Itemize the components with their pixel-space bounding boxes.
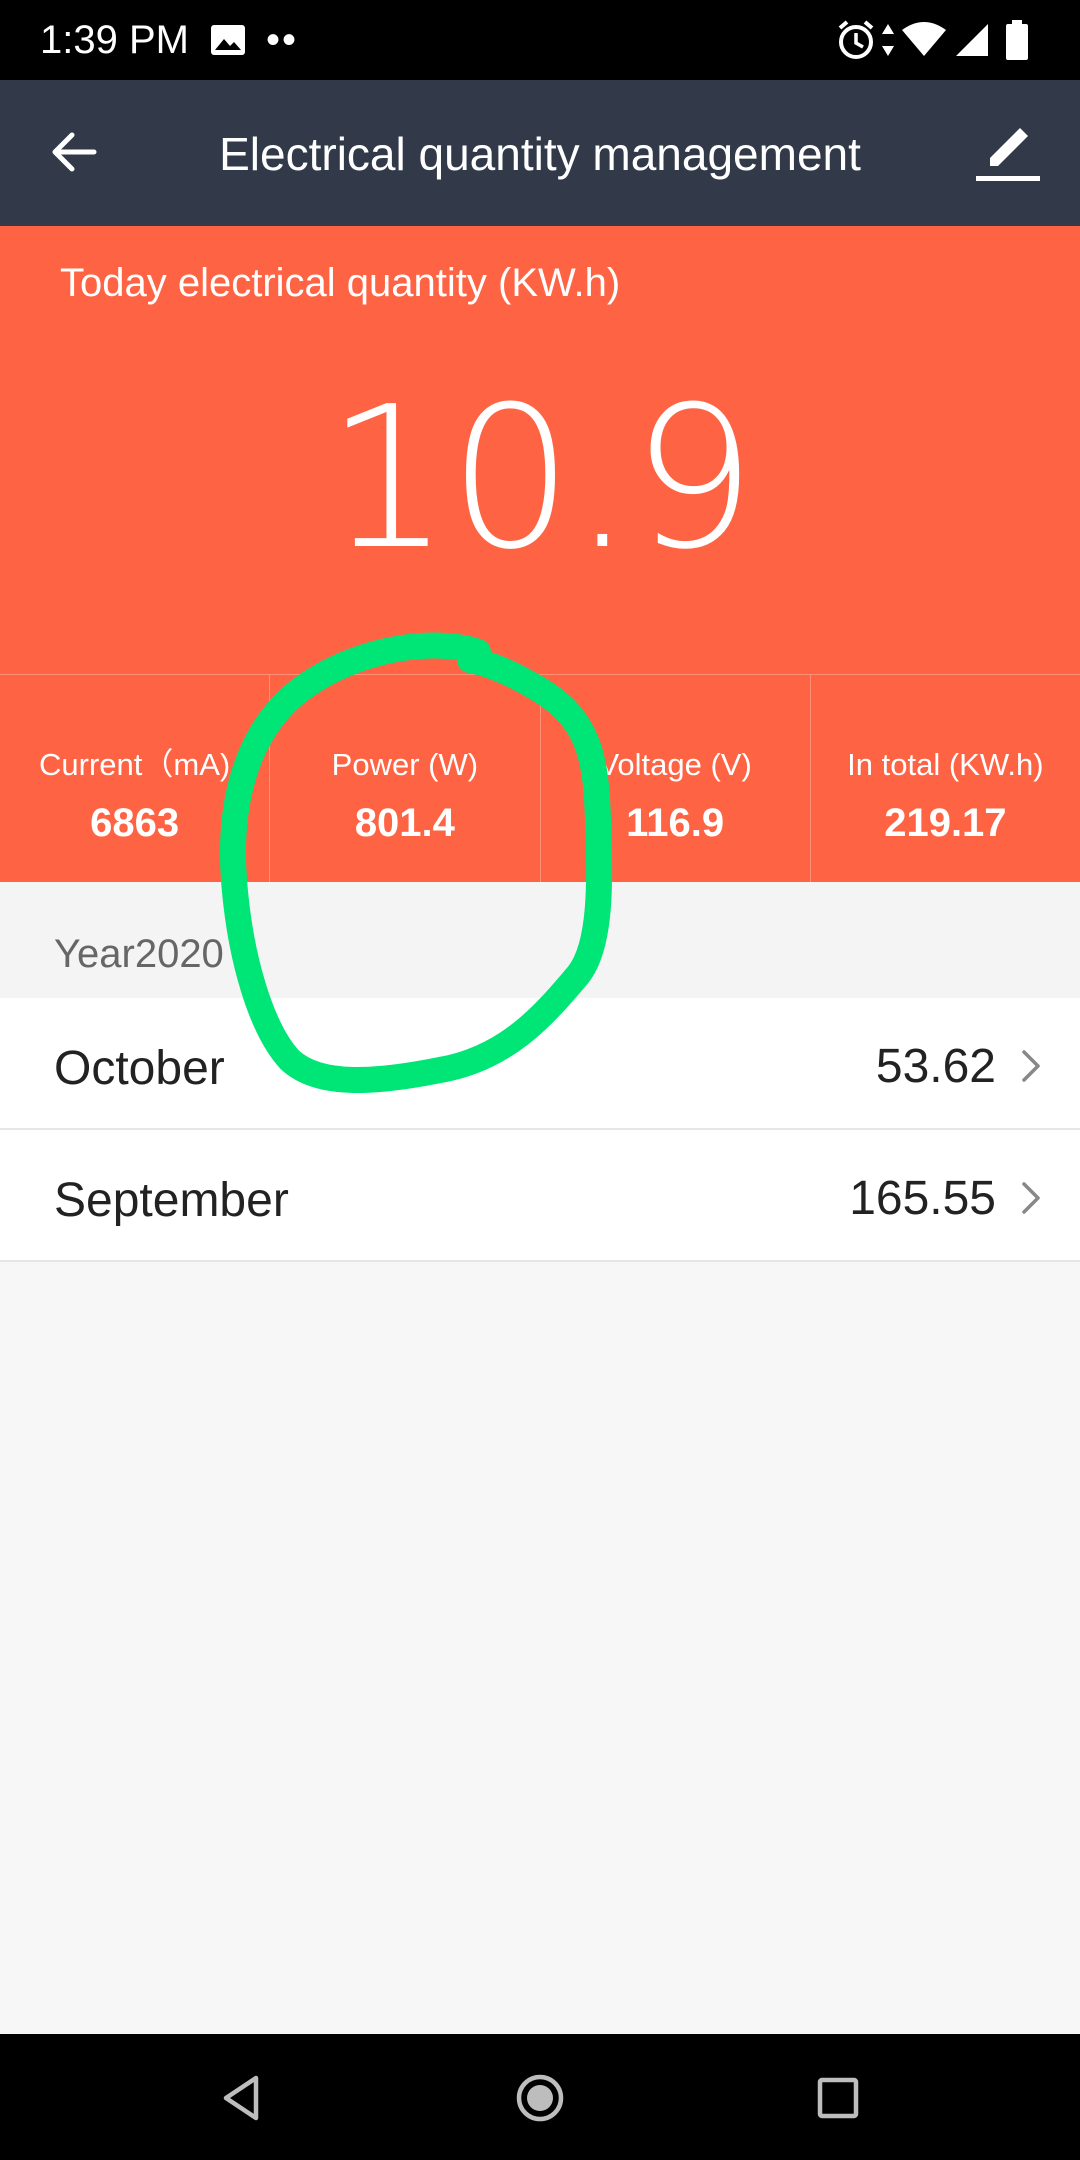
screen: 1:39 PM •• Electrical quantity managemen… [0,0,1080,2160]
alarm-icon [838,20,874,59]
chevron-right-icon [1022,1050,1040,1082]
data-arrows-icon [882,24,894,56]
wifi-icon [902,22,946,56]
month-list: October 53.62 September 165.55 [0,998,1080,1262]
app-bar: Electrical quantity management [0,80,1080,226]
stats-row: Current（mA) 6863 Power (W) 801.4 Voltage… [0,674,1080,883]
today-summary: Today electrical quantity (KW.h) 10.9 Cu… [0,226,1080,883]
stat-voltage: Voltage (V) 116.9 [541,675,811,883]
nav-bar [0,2034,1080,2160]
stat-label: Power (W) [331,747,479,782]
stat-value: 116.9 [626,801,725,845]
battery-icon [1006,20,1028,60]
month-name: September [54,1174,289,1227]
gallery-icon [211,25,245,55]
nav-back-icon[interactable] [214,2070,270,2126]
stat-value: 6863 [90,801,180,845]
page-title: Electrical quantity management [219,128,861,180]
cell-signal-icon [956,24,988,56]
today-label: Today electrical quantity (KW.h) [60,261,621,305]
status-bar: 1:39 PM •• [0,0,1080,80]
nav-recents-icon[interactable] [810,2070,866,2126]
stat-power: Power (W) 801.4 [270,675,541,883]
year-label: Year2020 [54,932,224,976]
stat-label: In total (KW.h) [847,747,1044,782]
today-value: 10.9 [325,365,756,593]
notification-dots: •• [266,18,299,62]
year-header: Year2020 [0,882,1080,998]
stat-current: Current（mA) 6863 [0,675,271,883]
stat-value: 219.17 [884,801,1007,845]
stat-value: 801.4 [354,801,455,845]
month-value: 165.55 [849,1172,996,1225]
stat-total: In total (KW.h) 219.17 [811,675,1080,883]
chevron-right-icon [1022,1182,1040,1214]
month-row-september[interactable]: September 165.55 [0,1130,1080,1262]
stat-label: Current（mA) [39,747,231,782]
month-name: October [54,1042,225,1095]
nav-home-icon[interactable] [512,2070,568,2126]
status-time: 1:39 PM [40,18,189,62]
status-icons [836,18,1046,62]
month-value: 53.62 [875,1040,996,1093]
stat-label: Voltage (V) [598,747,752,782]
edit-pencil-icon[interactable] [974,122,1042,186]
month-row-october[interactable]: October 53.62 [0,998,1080,1130]
